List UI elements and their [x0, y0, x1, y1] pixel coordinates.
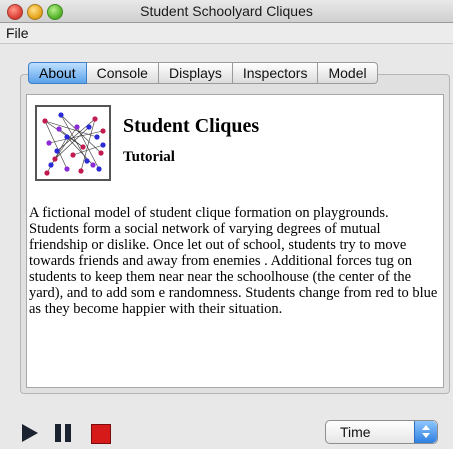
time-select-value: Time [340, 424, 371, 440]
about-panel: Student Cliques Tutorial A fictional mod… [26, 94, 444, 388]
tab-model[interactable]: Model [318, 62, 378, 84]
network-graph-icon [42, 112, 106, 176]
time-select[interactable]: Time [325, 420, 438, 444]
chevron-up-down-icon[interactable] [414, 421, 437, 443]
tab-inspectors[interactable]: Inspectors [232, 62, 319, 84]
window-title: Student Schoolyard Cliques [140, 3, 313, 19]
model-description: A fictional model of student clique form… [29, 205, 438, 317]
menu-file[interactable]: File [6, 25, 29, 41]
model-title: Student Cliques [123, 115, 260, 137]
menu-bar: File [0, 23, 453, 44]
tab-displays[interactable]: Displays [158, 62, 233, 84]
tab-about[interactable]: About [28, 62, 87, 84]
app-window: Student Schoolyard Cliques File About Co… [0, 0, 453, 449]
play-icon[interactable] [22, 424, 38, 442]
stop-icon[interactable] [91, 424, 111, 444]
pause-icon[interactable] [55, 424, 73, 442]
tab-bar: About Console Displays Inspectors Model [28, 62, 378, 84]
tab-console[interactable]: Console [86, 62, 159, 84]
title-bar[interactable]: Student Schoolyard Cliques [0, 0, 453, 23]
model-subtitle: Tutorial [123, 149, 175, 165]
model-thumbnail [35, 105, 111, 181]
